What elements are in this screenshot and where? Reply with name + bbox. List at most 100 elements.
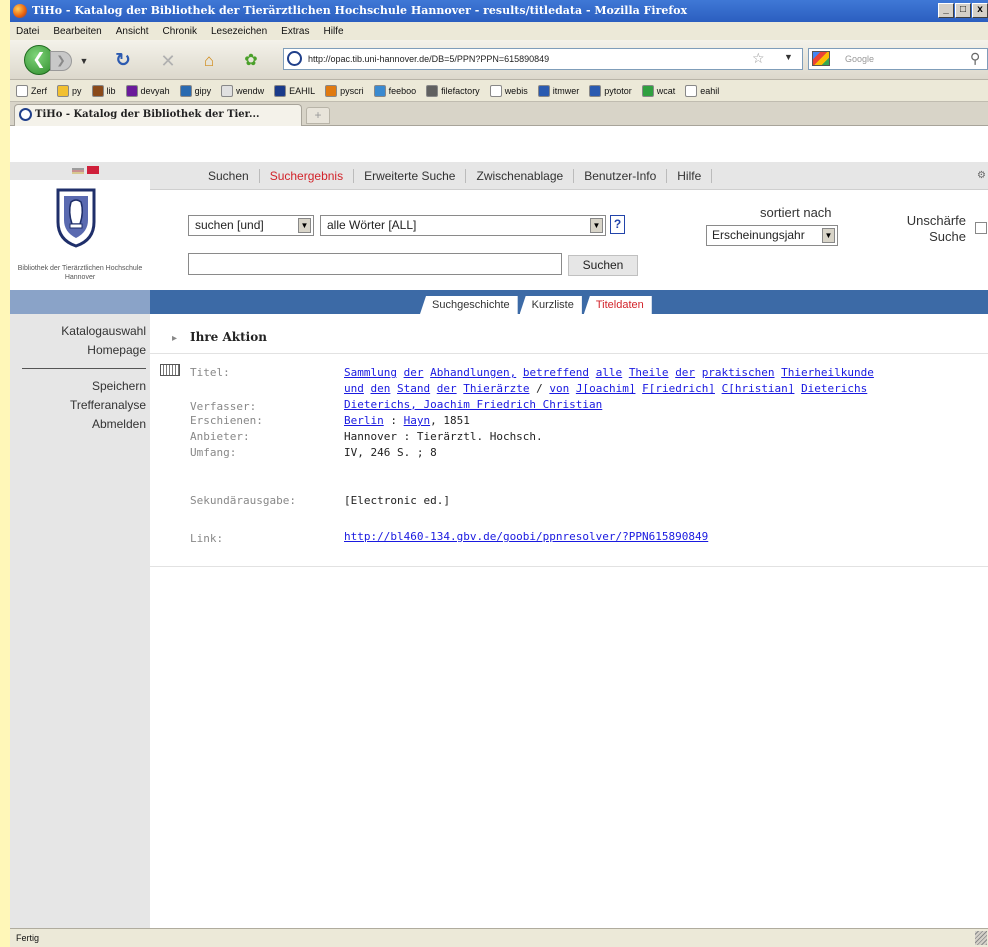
address-bar[interactable]: http://opac.tib.uni-hannover.de/DB=5/PPN… [283, 48, 803, 70]
language-switch[interactable] [72, 166, 99, 177]
library-name: Bibliothek der Tierärztlichen Hochschule… [17, 265, 143, 281]
bookmark-item[interactable]: eahil [685, 84, 719, 97]
anbieter-value: Hannover : Tierärztl. Hochsch. [344, 430, 543, 443]
window-controls: _ □ x [938, 3, 988, 18]
new-tab-button[interactable]: + [306, 107, 330, 124]
forward-button[interactable]: ❯ [50, 51, 72, 71]
bookmark-item[interactable]: filefactory [426, 84, 480, 97]
bookmark-star-icon[interactable]: ☆ [752, 50, 765, 67]
fuzzy-search-checkbox[interactable] [975, 222, 987, 234]
menu-lesezeichen[interactable]: Lesezeichen [211, 26, 267, 37]
nav-suchergebnis[interactable]: Suchergebnis [260, 168, 355, 183]
title-word-link[interactable]: Thierärzte [463, 382, 529, 395]
nav-erweiterte-suche[interactable]: Erweiterte Suche [354, 168, 467, 183]
chevron-down-icon[interactable]: ▼ [822, 228, 835, 243]
title-word-link[interactable]: J[oachim] [576, 382, 636, 395]
search-button[interactable]: Suchen [568, 255, 638, 276]
menu-datei[interactable]: Datei [16, 26, 39, 37]
url-dropdown-icon[interactable]: ▼ [784, 52, 793, 62]
addon-leaf-icon[interactable]: ✿ [240, 50, 262, 72]
search-index-select[interactable]: alle Wörter [ALL] ▼ [320, 215, 606, 236]
nav-hilfe[interactable]: Hilfe [667, 168, 713, 183]
search-mode-select[interactable]: suchen [und] ▼ [188, 215, 314, 236]
home-icon[interactable]: ⌂ [198, 50, 220, 72]
stop-icon[interactable]: ✕ [157, 50, 179, 72]
bookmark-item[interactable]: itmwer [537, 84, 579, 97]
publisher-link[interactable]: Hayn [404, 414, 431, 427]
bookmark-icon [16, 84, 28, 97]
german-flag-icon[interactable] [72, 168, 84, 174]
title-word-link[interactable]: der [437, 382, 457, 395]
bookmark-item[interactable]: py [57, 84, 82, 97]
title-word-link[interactable]: Dieterichs [801, 382, 867, 395]
bookmark-item[interactable]: lib [91, 84, 116, 97]
english-flag-icon[interactable] [86, 166, 99, 174]
bookmark-item[interactable]: feeboo [373, 84, 416, 97]
title-word-link[interactable]: von [549, 382, 569, 395]
title-word-link[interactable]: Theile [629, 366, 669, 379]
bookmark-item[interactable]: wendw [221, 84, 264, 97]
title-word-link[interactable]: und [344, 382, 364, 395]
chevron-down-icon[interactable]: ▼ [298, 218, 311, 233]
menu-ansicht[interactable]: Ansicht [116, 26, 149, 37]
title-word-link[interactable]: C[hristian] [722, 382, 795, 395]
maximize-button[interactable]: □ [955, 3, 971, 18]
menu-hilfe[interactable]: Hilfe [324, 26, 344, 37]
google-engine-icon[interactable] [812, 51, 830, 66]
help-button[interactable]: ? [610, 215, 625, 234]
nav-benutzer-info[interactable]: Benutzer-Info [574, 168, 668, 183]
sidebar-item-trefferanalyse[interactable]: Trefferanalyse [10, 396, 146, 415]
fuzzy-label-line1: Unschärfe [906, 213, 966, 228]
bookmarks-toolbar: Zerf py lib devyah gipy wendw EAHIL pyscri feebo… [10, 80, 988, 102]
sort-select[interactable]: Erscheinungsjahr ▼ [706, 225, 838, 246]
nav-zwischenablage[interactable]: Zwischenablage [466, 168, 575, 183]
bookmark-item[interactable]: pyscri [325, 84, 364, 97]
bookmark-item[interactable]: pytotor [589, 84, 632, 97]
title-word-link[interactable]: der [404, 366, 424, 379]
tab-suchgeschichte[interactable]: Suchgeschichte [420, 296, 518, 314]
author-link[interactable]: Dieterichs, Joachim Friedrich Christian [344, 398, 602, 411]
title-word-link[interactable]: Sammlung [344, 366, 397, 379]
tab-kurzliste[interactable]: Kurzliste [519, 296, 582, 314]
chevron-down-icon[interactable]: ▼ [590, 218, 603, 233]
nav-suchen[interactable]: Suchen [198, 168, 260, 183]
place-link[interactable]: Berlin [344, 414, 384, 427]
search-query-input[interactable] [188, 253, 562, 275]
close-button[interactable]: x [972, 3, 988, 18]
title-word-link[interactable]: Stand [397, 382, 430, 395]
bookmark-item[interactable]: wcat [641, 84, 675, 97]
gear-icon[interactable]: ⚙ [977, 170, 986, 181]
ppn-resolver-link[interactable]: http://bl460-134.gbv.de/goobi/ppnresolve… [344, 530, 708, 543]
title-word-link[interactable]: den [371, 382, 391, 395]
active-tab[interactable]: TiHo - Katalog der Bibliothek der Tier..… [14, 104, 302, 126]
minimize-button[interactable]: _ [938, 3, 954, 18]
sidebar-item-katalogauswahl[interactable]: Katalogauswahl [10, 322, 146, 341]
erschienen-year: , 1851 [430, 414, 470, 427]
sidebar-item-speichern[interactable]: Speichern [10, 377, 146, 396]
title-word-link[interactable]: alle [596, 366, 623, 379]
history-dropdown-icon[interactable]: ▼ [77, 54, 91, 68]
title-word-link[interactable]: Thierheilkunde [781, 366, 874, 379]
title-word-link[interactable]: F[riedrich] [642, 382, 715, 395]
resize-grip-icon[interactable] [975, 931, 987, 945]
reload-icon[interactable]: ↻ [112, 50, 134, 72]
title-word-link[interactable]: der [675, 366, 695, 379]
menu-extras[interactable]: Extras [281, 26, 309, 37]
tab-titeldaten[interactable]: Titeldaten [583, 296, 652, 314]
bookmark-icon [641, 84, 654, 97]
bookmark-icon [57, 84, 70, 97]
menu-chronik[interactable]: Chronik [163, 26, 197, 37]
bookmark-item[interactable]: gipy [179, 84, 211, 97]
menu-bearbeiten[interactable]: Bearbeiten [53, 26, 101, 37]
title-word-link[interactable]: betreffend [523, 366, 589, 379]
bookmark-item[interactable]: EAHIL [274, 84, 315, 97]
bookmark-item[interactable]: Zerf [16, 84, 47, 97]
bookmark-item[interactable]: webis [489, 84, 528, 97]
bookmark-item[interactable]: devyah [125, 84, 170, 97]
web-search-input[interactable]: Google [808, 48, 988, 70]
title-word-link[interactable]: Abhandlungen, [430, 366, 516, 379]
title-word-link[interactable]: praktischen [702, 366, 775, 379]
sidebar-item-abmelden[interactable]: Abmelden [10, 415, 146, 434]
search-icon[interactable]: ⚲ [970, 50, 980, 67]
sidebar-item-homepage[interactable]: Homepage [10, 341, 146, 360]
